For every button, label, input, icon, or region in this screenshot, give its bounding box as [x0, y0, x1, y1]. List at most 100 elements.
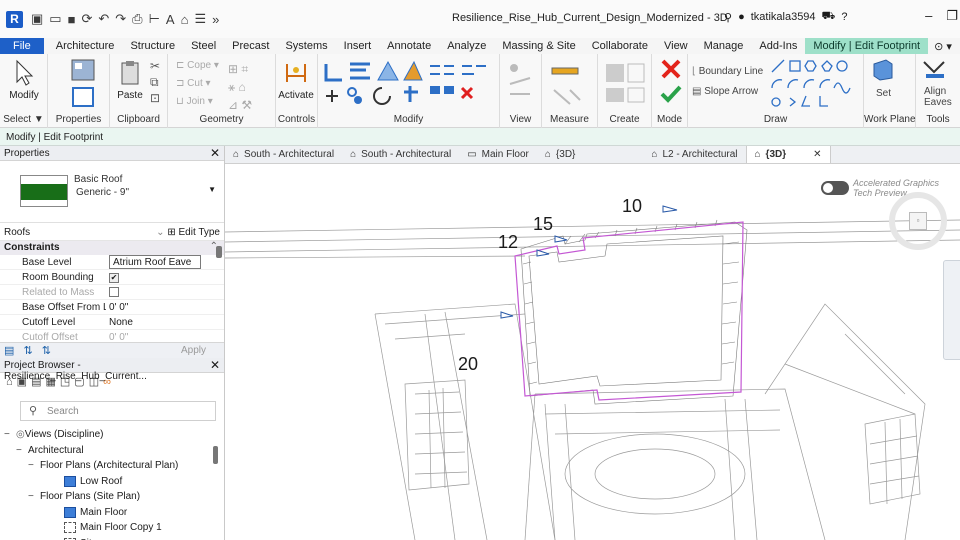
close-icon[interactable]: ✕ — [210, 146, 220, 160]
navigation-bar[interactable] — [943, 260, 960, 360]
tab-file[interactable]: File — [0, 38, 44, 54]
tree-item[interactable]: − Architectural — [0, 443, 224, 459]
open-icon[interactable]: ▭ — [49, 11, 61, 27]
help-icon[interactable]: ? — [841, 11, 847, 23]
match-icon[interactable]: ⊡ — [150, 91, 160, 105]
close-icon[interactable]: ✕ — [813, 149, 821, 160]
property-row[interactable]: Cutoff Level None — [0, 315, 224, 330]
modify-tools-icons[interactable] — [322, 58, 498, 112]
accelerated-graphics-toggle[interactable] — [821, 181, 849, 195]
undo-icon[interactable]: ↶ — [98, 11, 109, 27]
property-value[interactable] — [106, 285, 224, 299]
draw-shapes-icons[interactable] — [770, 58, 862, 110]
properties-icon[interactable] — [70, 86, 96, 108]
switch-windows-icon[interactable]: ☰ — [194, 11, 206, 27]
tab-steel[interactable]: Steel — [183, 38, 224, 54]
collapse-icon[interactable]: − — [16, 445, 28, 456]
tab-view[interactable]: View — [656, 38, 696, 54]
tab-analyze[interactable]: Analyze — [439, 38, 494, 54]
tab-architecture[interactable]: Architecture — [48, 38, 123, 54]
view-tools-icon[interactable] — [506, 60, 536, 106]
cancel-edit-icon[interactable] — [660, 58, 682, 80]
boundary-line-button[interactable]: ⌊ Boundary Line — [692, 66, 763, 77]
view-tab[interactable]: ⌂ South - Architectural — [342, 146, 459, 163]
measure-icon[interactable]: ⊢ — [149, 11, 160, 27]
tab-annotate[interactable]: Annotate — [379, 38, 439, 54]
tab-add-ins[interactable]: Add-Ins — [751, 38, 805, 54]
copy-icon[interactable]: ⧉ — [150, 75, 159, 89]
wireframe-model[interactable] — [225, 164, 960, 540]
split-face-icon[interactable]: ⌗ — [241, 62, 248, 76]
home-icon[interactable]: ▣ — [31, 11, 43, 27]
collapse-icon[interactable]: − — [28, 460, 40, 471]
scrollbar-thumb[interactable] — [216, 246, 222, 258]
work-plane-grid-icon[interactable] — [872, 58, 894, 82]
ribbon-options-icon[interactable]: ⊙ ▾ — [928, 38, 958, 54]
tree-item[interactable]: Low Roof — [0, 474, 224, 490]
user-icon[interactable]: ● — [738, 11, 745, 23]
type-properties-icon[interactable] — [70, 58, 96, 82]
property-row[interactable]: Related to Mass — [0, 285, 224, 300]
tab-collaborate[interactable]: Collaborate — [584, 38, 656, 54]
checkbox[interactable] — [109, 287, 119, 297]
finish-edit-icon[interactable] — [660, 84, 682, 104]
redo-icon[interactable]: ↷ — [115, 11, 126, 27]
restore-icon[interactable]: ❐ — [946, 8, 958, 24]
view-tab[interactable]: ⌂ L2 - Architectural — [643, 146, 745, 163]
align-eaves-icon[interactable] — [922, 58, 948, 82]
cut-icon[interactable]: ✂ — [150, 59, 160, 73]
edit-type-button[interactable]: ⌄ ⊞ Edit Type — [156, 227, 220, 238]
join-button[interactable]: ⊔ Join ▾ — [176, 96, 213, 107]
checkbox[interactable]: ✔ — [109, 273, 119, 283]
tab-modify-edit-footprint[interactable]: Modify | Edit Footprint — [805, 38, 929, 54]
hammer-icon[interactable]: ⚒ — [241, 98, 252, 112]
measure-icon[interactable] — [550, 60, 590, 106]
viewcube-icon[interactable]: ▫ — [889, 192, 947, 250]
base-level-field[interactable]: Atrium Roof Eave — [109, 255, 201, 269]
save-icon[interactable]: ■ — [68, 12, 76, 27]
tab-precast[interactable]: Precast — [224, 38, 277, 54]
create-icon[interactable] — [604, 60, 648, 106]
apply-button[interactable]: Apply — [181, 345, 206, 356]
cart-icon[interactable]: ⛟ — [822, 10, 836, 24]
revit-logo-icon[interactable]: R — [6, 10, 23, 28]
activate-button[interactable]: Activate — [276, 58, 316, 101]
tab-structure[interactable]: Structure — [122, 38, 183, 54]
sort-icons[interactable]: ▤ ⇅ ⇅ — [4, 344, 54, 357]
tree-item[interactable]: − Floor Plans (Architectural Plan) — [0, 458, 224, 474]
3d-view-icon[interactable]: ⌂ — [181, 12, 189, 27]
sync-icon[interactable]: ⟳ — [81, 11, 92, 27]
property-row[interactable]: Base Level Atrium Roof Eave — [0, 255, 224, 270]
tab-manage[interactable]: Manage — [696, 38, 752, 54]
property-row[interactable]: Room Bounding ✔ — [0, 270, 224, 285]
wall-join-icon[interactable]: ⊿ — [228, 98, 238, 112]
tree-item[interactable]: Main Floor — [0, 505, 224, 521]
collapse-icon[interactable]: − — [4, 429, 16, 440]
cut-button[interactable]: ⊐ Cut ▾ — [176, 78, 211, 89]
tree-item[interactable]: Main Floor Copy 1 — [0, 520, 224, 536]
tree-item[interactable]: − Floor Plans (Site Plan) — [0, 489, 224, 505]
demolish-icon[interactable]: ⌂ — [239, 80, 246, 94]
view-tab[interactable]: ⌂ {3D} — [537, 146, 584, 163]
slope-arrow-button[interactable]: ▤ Slope Arrow — [692, 86, 758, 97]
browser-search-input[interactable]: ⚲ Search — [20, 401, 216, 421]
tree-item[interactable]: − ◎ Views (Discipline) — [0, 427, 224, 443]
view-tab[interactable]: ⌂ South - Architectural — [225, 146, 342, 163]
set-button[interactable]: Set — [876, 88, 891, 99]
print-icon[interactable]: ⎙ — [132, 11, 142, 27]
tab-insert[interactable]: Insert — [336, 38, 380, 54]
category-filter[interactable]: Roofs ⌄ ⊞ Edit Type — [0, 223, 224, 241]
tree-item[interactable]: Site — [0, 536, 224, 540]
property-value[interactable]: ✔ — [106, 270, 224, 284]
chevron-down-icon[interactable]: ▼ — [208, 185, 216, 194]
view-tab[interactable]: ▭ Main Floor — [459, 146, 537, 163]
align-eaves-button[interactable]: Align Eaves — [924, 86, 958, 108]
viewcube-face[interactable]: ▫ — [909, 212, 927, 230]
modify-button[interactable]: Modify — [4, 58, 44, 101]
property-value[interactable]: Atrium Roof Eave — [106, 255, 224, 269]
footprint-boundary[interactable] — [514, 221, 744, 401]
scrollbar-thumb[interactable] — [213, 446, 218, 464]
close-icon[interactable]: ✕ — [210, 358, 220, 372]
tab-massing-site[interactable]: Massing & Site — [494, 38, 583, 54]
property-row[interactable]: Base Offset From L...0' 0" — [0, 300, 224, 315]
